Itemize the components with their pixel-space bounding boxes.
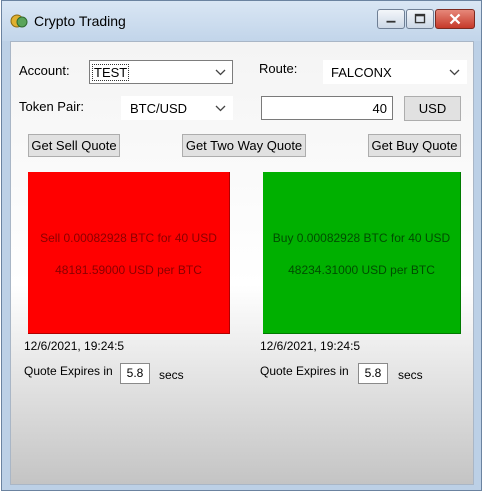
app-icon [10, 14, 28, 28]
get-buy-quote-button[interactable]: Get Buy Quote [368, 134, 461, 157]
buy-quote-panel[interactable]: Buy 0.00082928 BTC for 40 USD 48234.3100… [263, 172, 461, 334]
token-pair-label: Token Pair: [19, 99, 85, 114]
buy-quote-summary: Buy 0.00082928 BTC for 40 USD [272, 231, 451, 245]
token-pair-select[interactable]: BTC/USD [121, 96, 233, 120]
route-value: FALCONX [331, 65, 392, 80]
buy-expires-value: 5.8 [358, 363, 388, 384]
sell-expires-value: 5.8 [120, 363, 150, 384]
close-button[interactable] [435, 9, 475, 29]
account-label: Account: [19, 63, 70, 78]
get-sell-quote-button[interactable]: Get Sell Quote [28, 134, 120, 157]
route-label: Route: [259, 61, 298, 76]
buy-quote-timestamp: 12/6/2021, 19:24:5 [260, 339, 361, 353]
title-bar[interactable]: Crypto Trading [2, 1, 481, 41]
sell-quote-timestamp: 12/6/2021, 19:24:5 [24, 339, 125, 353]
maximize-button[interactable] [406, 9, 434, 29]
minimize-button[interactable] [377, 9, 405, 29]
buy-expires-unit: secs [398, 368, 423, 382]
buy-quote-rate: 48234.31000 USD per BTC [288, 263, 435, 277]
buy-expires-label: Quote Expires in [260, 364, 349, 378]
client-area: Account: TEST Route: FALCONX Token Pair:… [10, 41, 474, 485]
route-select[interactable]: FALCONX [323, 60, 467, 84]
amount-input[interactable]: 40 [261, 96, 393, 120]
sell-quote-summary: Sell 0.00082928 BTC for 40 USD [40, 231, 217, 245]
sell-expires-label: Quote Expires in [24, 364, 113, 378]
sell-expires-unit: secs [159, 368, 184, 382]
minimize-icon [386, 20, 396, 23]
token-pair-value: BTC/USD [130, 101, 188, 116]
maximize-icon [414, 13, 426, 24]
account-value: TEST [91, 64, 130, 81]
chevron-down-icon [215, 69, 226, 76]
currency-button[interactable]: USD [404, 96, 461, 121]
account-select[interactable]: TEST [89, 60, 233, 84]
crypto-trading-window: Crypto Trading Account: TEST Route: FALC… [1, 0, 482, 491]
close-icon [449, 13, 461, 25]
amount-value: 40 [372, 101, 387, 116]
chevron-down-icon [449, 69, 460, 76]
chevron-down-icon [215, 105, 226, 112]
sell-quote-rate: 48181.59000 USD per BTC [55, 263, 202, 277]
sell-quote-panel[interactable]: Sell 0.00082928 BTC for 40 USD 48181.590… [28, 172, 230, 334]
get-two-way-quote-button[interactable]: Get Two Way Quote [182, 134, 306, 157]
window-title: Crypto Trading [34, 13, 126, 29]
